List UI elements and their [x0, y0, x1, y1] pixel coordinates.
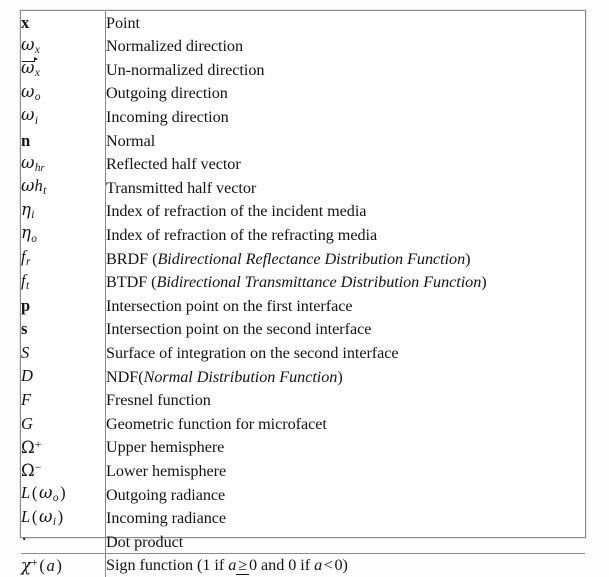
ndf-suffix: )	[337, 367, 343, 386]
description-cell-incoming-direction: Incoming direction	[106, 108, 229, 127]
table-row: s Intersection point on the second inter…	[21, 317, 585, 342]
ndf-prefix: NDF(	[106, 367, 144, 386]
description-cell-outgoing-radiance: Outgoing radiance	[106, 485, 226, 504]
description-cell-incoming-radiance: Incoming radiance	[106, 509, 227, 528]
table-row: S Surface of integration on the second i…	[21, 341, 585, 365]
table-row: ft BTDF (Bidirectional Transmittance Dis…	[21, 270, 586, 295]
sign-fn-lead: Sign function (1 if	[106, 555, 229, 574]
table-row: Ω+ Upper hemisphere	[21, 435, 585, 460]
table-row: ωht Transmitted half vector	[21, 176, 585, 200]
symbol-cell-incoming-radiance: L(ωi)	[21, 506, 106, 531]
symbol-cell-surface-integration: S	[21, 341, 106, 365]
symbol-cell-transmitted-half-vector: ωht	[21, 176, 106, 200]
table-row: ωhr Reflected half vector	[21, 152, 585, 177]
vector-arrow-icon: ω	[21, 57, 39, 77]
description-cell-normalized-direction: Normalized direction	[106, 37, 243, 56]
description-cell-reflected-half-vector: Reflected half vector	[106, 155, 241, 174]
table-row: p Intersection point on the first interf…	[21, 294, 585, 318]
symbol-cell-normalized-direction: ωx	[21, 34, 106, 59]
description-cell-ior-refracting: Index of refraction of the refracting me…	[106, 226, 378, 245]
symbol-cell-geometric: G	[21, 412, 106, 436]
symbol-cell-ior-incident: ηi	[21, 199, 106, 224]
table-row: ωi Incoming direction	[21, 105, 585, 129]
less-than-icon: <	[323, 555, 333, 574]
sign-fn-var1: a	[228, 555, 237, 574]
table-row: ωo Outgoing direction	[21, 81, 585, 106]
ndf-expansion: Normal Distribution Function	[143, 367, 338, 386]
table-row: F Fresnel function	[21, 388, 585, 413]
table-row: ηi Index of refraction of the incident m…	[21, 199, 585, 224]
btdf-expansion: Bidirectional Transmittance Distribution…	[156, 273, 482, 292]
table-row: χ+(a) Sign function (1 if a ≥0 and 0 if a…	[21, 553, 585, 577]
sign-fn-if: if	[300, 555, 311, 574]
symbol-cell-sign-function: χ+(a)	[21, 553, 106, 577]
brdf-expansion: Bidirectional Reflectance Distribution F…	[157, 249, 466, 268]
sign-fn-zero1: 0	[248, 555, 258, 574]
table-row: G Geometric function for microfacet	[21, 412, 585, 436]
symbol-cell-ior-refracting: ηo	[21, 223, 106, 247]
symbol-cell-brdf: fr	[21, 246, 106, 271]
table-row: L(ωo) Outgoing radiance	[21, 482, 585, 507]
description-cell-sign-function: Sign function (1 if a ≥0 and 0 if a<0)	[105, 553, 585, 577]
symbol-cell-normal: n	[21, 128, 106, 153]
sign-fn-and: and	[261, 555, 285, 574]
table-row: n Normal	[21, 128, 585, 153]
description-cell-ndf: NDF(Normal Distribution Function)	[106, 365, 586, 389]
symbol-cell-dot-product: ·	[21, 530, 106, 554]
description-cell-normal: Normal	[106, 131, 156, 150]
symbol-cell-ndf: D	[21, 364, 106, 389]
table-row: ωx Un-normalized direction	[21, 57, 585, 82]
sign-fn-zero2: 0	[288, 555, 297, 574]
table-row: ωx Normalized direction	[21, 34, 585, 59]
greater-equal-icon: ≥	[236, 555, 249, 575]
description-cell-lower-hemisphere: Lower hemisphere	[106, 461, 227, 480]
description-cell-outgoing-direction: Outgoing direction	[106, 84, 228, 103]
symbol-cell-point: x	[21, 11, 106, 35]
notation-table: x Point ωx Normalized direction ωx Un-no…	[20, 10, 586, 577]
btdf-suffix: )	[481, 273, 487, 292]
description-cell-btdf: BTDF (Bidirectional Transmittance Distri…	[106, 271, 586, 295]
description-cell-point: Point	[106, 13, 140, 32]
sign-fn-zero3: 0	[334, 555, 343, 574]
description-cell-geometric: Geometric function for microfacet	[106, 414, 327, 433]
symbol-cell-reflected-half-vector: ωhr	[21, 152, 106, 177]
description-cell-ior-incident: Index of refraction of the incident medi…	[106, 202, 367, 221]
symbol-cell-outgoing-direction: ωo	[21, 81, 106, 106]
description-cell-unnormalized-direction: Un-normalized direction	[106, 60, 265, 79]
description-cell-upper-hemisphere: Upper hemisphere	[106, 438, 225, 457]
brdf-suffix: )	[465, 249, 471, 268]
btdf-prefix: BTDF (	[106, 273, 157, 292]
table-row: L(ωi) Incoming radiance	[21, 506, 585, 531]
symbol-cell-first-intersection: p	[21, 294, 106, 318]
description-cell-transmitted-half-vector: Transmitted half vector	[106, 178, 257, 197]
description-cell-surface-integration: Surface of integration on the second int…	[106, 344, 399, 362]
table-row: · Dot product	[21, 530, 585, 554]
table-row: Ω− Lower hemisphere	[21, 459, 585, 483]
symbol-cell-fresnel: F	[21, 388, 106, 413]
table-row: ηo Index of refraction of the refracting…	[21, 223, 585, 247]
dot-operator-icon: ·	[21, 529, 28, 551]
table-row: x Point	[21, 11, 585, 35]
description-cell-second-intersection: Intersection point on the second interfa…	[106, 320, 372, 339]
symbol-cell-second-intersection: s	[21, 317, 106, 342]
description-cell-dot-product: Dot product	[106, 532, 184, 551]
sign-fn-close: )	[342, 555, 348, 574]
description-cell-fresnel: Fresnel function	[106, 391, 211, 410]
table-row: D NDF(Normal Distribution Function)	[21, 364, 586, 389]
sign-fn-var2: a	[314, 555, 323, 574]
symbol-cell-unnormalized-direction: ωx	[21, 57, 106, 82]
notation-table-body: x Point ωx Normalized direction ωx Un-no…	[21, 11, 585, 577]
table-row: fr BRDF (Bidirectional Reflectance Distr…	[21, 246, 586, 271]
symbol-cell-incoming-direction: ωi	[21, 105, 106, 129]
description-cell-brdf: BRDF (Bidirectional Reflectance Distribu…	[106, 247, 586, 271]
symbol-cell-btdf: ft	[21, 270, 106, 295]
symbol-cell-upper-hemisphere: Ω+	[21, 435, 106, 460]
page-root: x Point ωx Normalized direction ωx Un-no…	[0, 0, 609, 577]
symbol-cell-lower-hemisphere: Ω−	[21, 459, 106, 483]
symbol-cell-outgoing-radiance: L(ωo)	[21, 482, 106, 507]
notation-table-grid: x Point ωx Normalized direction ωx Un-no…	[21, 11, 585, 577]
description-cell-first-intersection: Intersection point on the first interfac…	[106, 296, 353, 315]
brdf-prefix: BRDF (	[106, 249, 158, 268]
